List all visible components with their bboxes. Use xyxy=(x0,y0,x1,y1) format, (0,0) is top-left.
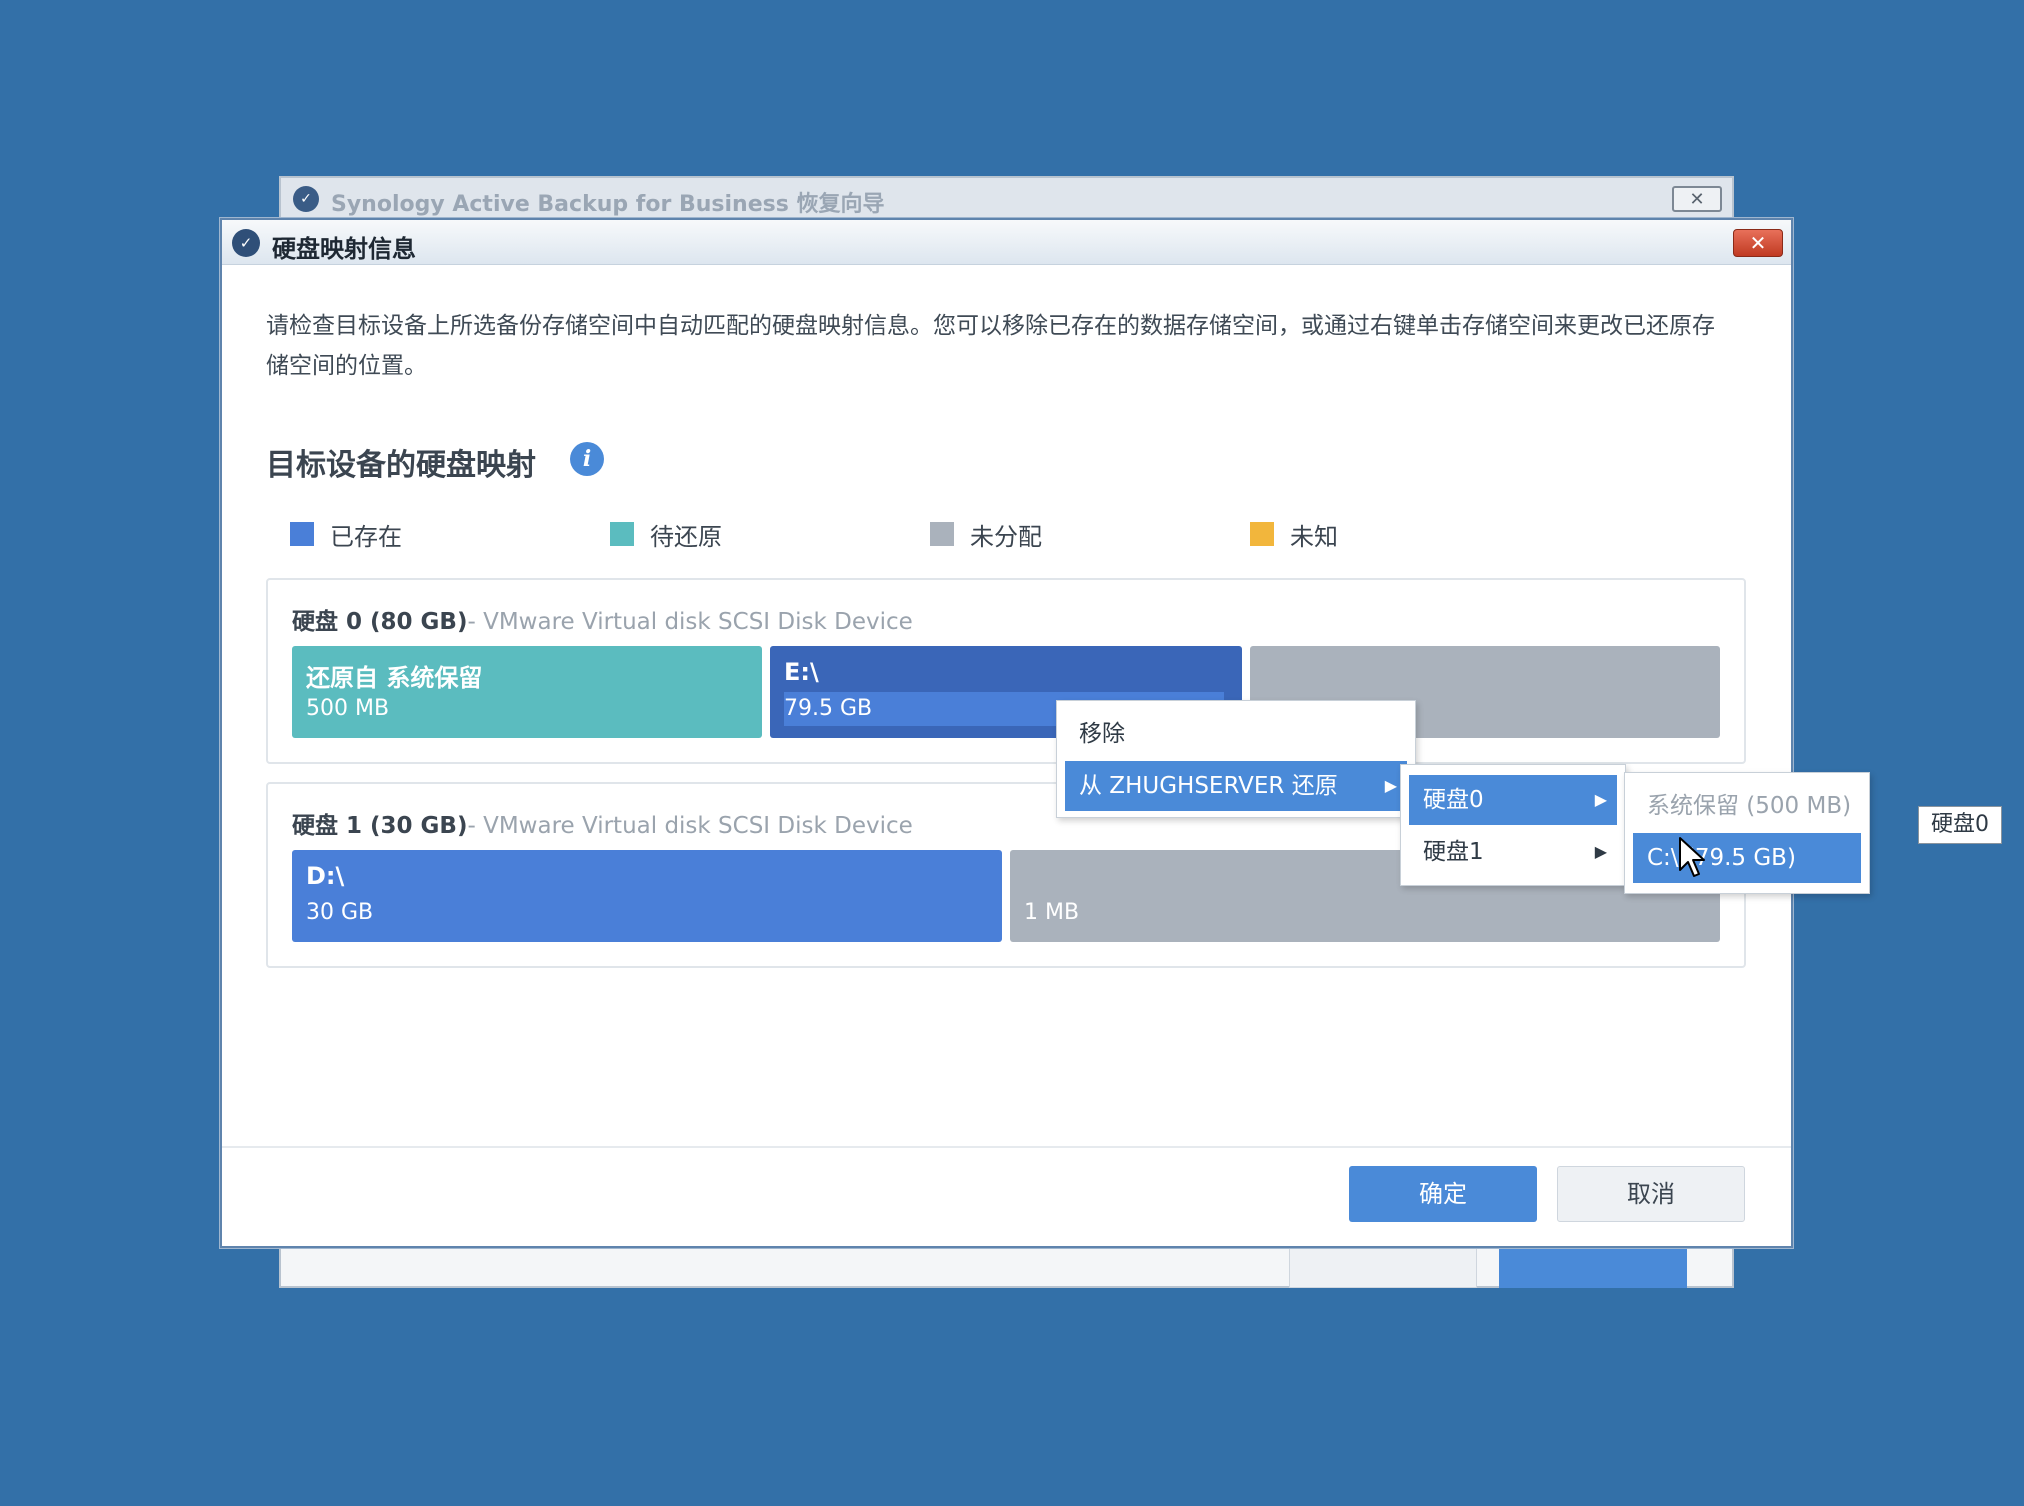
menu-item-label: 硬盘0 xyxy=(1423,787,1484,813)
submenu-partitions: 系统保留 (500 MB) C:\ (79.5 GB) xyxy=(1624,772,1870,894)
legend-swatch-unallocated xyxy=(930,522,954,546)
partition-size: 500 MB xyxy=(306,696,390,721)
synology-logo-icon: ✓ xyxy=(232,229,260,257)
disk-mapping-dialog: ✓ 硬盘映射信息 ✕ 请检查目标设备上所选备份存储空间中自动匹配的硬盘映射信息。… xyxy=(220,218,1793,1248)
dialog-close-button[interactable]: ✕ xyxy=(1733,229,1783,257)
legend-swatch-existing xyxy=(290,522,314,546)
legend-swatch-pending xyxy=(610,522,634,546)
legend-label: 已存在 xyxy=(330,522,402,551)
menu-item-label: C:\ (79.5 GB) xyxy=(1647,845,1796,871)
submenu-arrow-icon: ▶ xyxy=(1384,776,1397,795)
legend-label: 未分配 xyxy=(970,522,1042,551)
partition-size: 79.5 GB xyxy=(784,696,873,721)
dialog-title: 硬盘映射信息 xyxy=(272,235,416,263)
menu-item-label: 移除 xyxy=(1079,721,1125,747)
legend-unknown: 未知 xyxy=(1250,518,1338,551)
partition-name: 还原自 系统保留 xyxy=(306,664,483,692)
disk-0-header: 硬盘 0 (80 GB)- VMware Virtual disk SCSI D… xyxy=(292,602,913,636)
cancel-button[interactable]: 取消 xyxy=(1557,1166,1745,1222)
partition-system-reserved-pending[interactable]: 还原自 系统保留 500 MB xyxy=(292,646,762,738)
disk-0-card: 硬盘 0 (80 GB)- VMware Virtual disk SCSI D… xyxy=(266,578,1746,764)
context-menu: 移除 从 ZHUGHSERVER 还原 ▶ xyxy=(1056,700,1416,818)
menu-item-label: 硬盘1 xyxy=(1423,839,1484,865)
partition-size: 30 GB xyxy=(306,900,374,925)
background-window-title: Synology Active Backup for Business 恢复向导 xyxy=(331,192,885,217)
background-window-titlebar: ✓ Synology Active Backup for Business 恢复… xyxy=(281,178,1732,219)
menu-item-remove[interactable]: 移除 xyxy=(1065,709,1407,759)
synology-logo-icon: ✓ xyxy=(293,186,319,212)
ok-button[interactable]: 确定 xyxy=(1349,1166,1537,1222)
disk-1-name: 硬盘 1 (30 GB) xyxy=(292,813,468,839)
menu-item-label: 系统保留 (500 MB) xyxy=(1647,793,1852,819)
disk-1-description: - VMware Virtual disk SCSI Disk Device xyxy=(467,813,913,839)
partition-name: E:\ xyxy=(784,658,819,686)
disk-0-name: 硬盘 0 (80 GB) xyxy=(292,609,468,635)
menu-item-label: 从 ZHUGHSERVER 还原 xyxy=(1079,773,1338,799)
legend-existing: 已存在 xyxy=(290,518,402,551)
menu-item-disk-1[interactable]: 硬盘1 ▶ xyxy=(1409,827,1617,877)
disk-0-description: - VMware Virtual disk SCSI Disk Device xyxy=(467,609,913,635)
background-close-button[interactable]: ✕ xyxy=(1672,186,1722,212)
menu-item-c-drive[interactable]: C:\ (79.5 GB) xyxy=(1633,833,1861,883)
legend-swatch-unknown xyxy=(1250,522,1274,546)
section-title: 目标设备的硬盘映射 xyxy=(266,448,536,483)
legend-label: 待还原 xyxy=(650,522,722,551)
mouse-cursor-icon xyxy=(1679,837,1705,877)
submenu-arrow-icon: ▶ xyxy=(1594,790,1607,809)
info-icon[interactable]: i xyxy=(570,442,604,476)
footer-divider xyxy=(222,1146,1791,1148)
submenu-disks: 硬盘0 ▶ 硬盘1 ▶ xyxy=(1400,764,1626,886)
dialog-titlebar: ✓ 硬盘映射信息 ✕ xyxy=(222,220,1791,265)
menu-item-restore-from-server[interactable]: 从 ZHUGHSERVER 还原 ▶ xyxy=(1065,761,1407,811)
legend-unallocated: 未分配 xyxy=(930,518,1042,551)
partition-size: 1 MB xyxy=(1024,900,1080,925)
legend-pending: 待还原 xyxy=(610,518,722,551)
menu-item-system-reserved: 系统保留 (500 MB) xyxy=(1633,781,1861,831)
legend-label: 未知 xyxy=(1290,522,1338,551)
partition-d-existing[interactable]: D:\ 30 GB xyxy=(292,850,1002,942)
tooltip: 硬盘0 xyxy=(1918,806,2002,844)
partition-name: D:\ xyxy=(306,862,345,890)
dialog-description: 请检查目标设备上所选备份存储空间中自动匹配的硬盘映射信息。您可以移除已存在的数据… xyxy=(266,313,1715,379)
menu-item-disk-0[interactable]: 硬盘0 ▶ xyxy=(1409,775,1617,825)
disk-1-header: 硬盘 1 (30 GB)- VMware Virtual disk SCSI D… xyxy=(292,806,913,840)
submenu-arrow-icon: ▶ xyxy=(1594,842,1607,861)
